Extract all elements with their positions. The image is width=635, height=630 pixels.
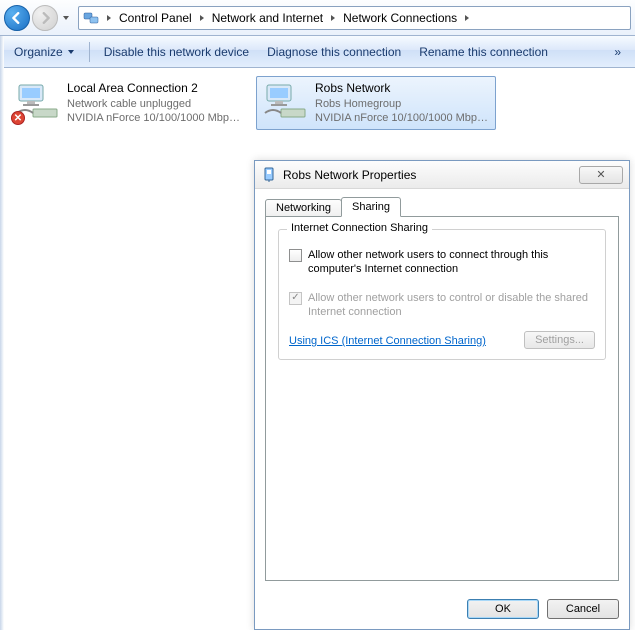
dialog-titlebar[interactable]: Robs Network Properties ✕: [255, 161, 629, 189]
back-button[interactable]: [4, 5, 30, 31]
network-icon: [261, 167, 277, 183]
organize-button[interactable]: Organize: [6, 41, 83, 63]
ics-help-link[interactable]: Using ICS (Internet Connection Sharing): [289, 335, 486, 347]
organize-label: Organize: [14, 45, 63, 59]
forward-button: [32, 5, 58, 31]
address-bar[interactable]: Control Panel Network and Internet Netwo…: [78, 6, 631, 30]
dropdown-arrow-icon: [67, 45, 75, 59]
properties-dialog: Robs Network Properties ✕ Networking Sha…: [254, 160, 630, 630]
connection-status: Robs Homegroup: [315, 97, 491, 111]
network-adapter-icon: [261, 81, 309, 123]
connection-device: NVIDIA nForce 10/100/1000 Mbps...: [315, 111, 491, 125]
allow-control-checkbox: ✓: [289, 292, 302, 305]
toolbar-overflow-button[interactable]: »: [606, 41, 629, 63]
dialog-footer: OK Cancel: [255, 589, 629, 629]
connections-list: ✕ Local Area Connection 2 Network cable …: [0, 68, 635, 138]
connection-status: Network cable unplugged: [67, 97, 243, 111]
allow-control-label: Allow other network users to control or …: [308, 291, 595, 320]
connection-name: Local Area Connection 2: [67, 81, 243, 97]
allow-connect-checkbox[interactable]: [289, 249, 302, 262]
group-title: Internet Connection Sharing: [287, 222, 432, 234]
diagnose-connection-button[interactable]: Diagnose this connection: [259, 41, 409, 63]
chevron-right-icon[interactable]: [103, 14, 115, 22]
connection-device: NVIDIA nForce 10/100/1000 Mbps...: [67, 111, 243, 125]
tab-sharing[interactable]: Sharing: [341, 197, 401, 217]
breadcrumb-network-internet[interactable]: Network and Internet: [208, 7, 327, 29]
chevron-right-icon[interactable]: [196, 14, 208, 22]
network-adapter-icon: ✕: [13, 81, 61, 123]
recent-pages-dropdown[interactable]: [60, 14, 72, 22]
ok-button[interactable]: OK: [467, 599, 539, 619]
rename-connection-button[interactable]: Rename this connection: [411, 41, 556, 63]
separator: [89, 42, 90, 62]
tab-networking[interactable]: Networking: [265, 199, 342, 217]
breadcrumb-network-connections[interactable]: Network Connections: [339, 7, 461, 29]
dialog-title: Robs Network Properties: [283, 168, 579, 182]
tab-strip: Networking Sharing: [265, 197, 619, 217]
error-badge-icon: ✕: [11, 111, 25, 125]
connection-item[interactable]: Robs Network Robs Homegroup NVIDIA nForc…: [256, 76, 496, 130]
check-icon: ✓: [291, 293, 299, 303]
breadcrumb-control-panel[interactable]: Control Panel: [115, 7, 196, 29]
network-connections-icon: [81, 8, 101, 28]
close-button[interactable]: ✕: [579, 166, 623, 184]
settings-button: Settings...: [524, 331, 595, 349]
chevron-right-icon[interactable]: [461, 14, 473, 22]
ics-group: Internet Connection Sharing Allow other …: [278, 229, 606, 360]
cancel-button[interactable]: Cancel: [547, 599, 619, 619]
disable-device-button[interactable]: Disable this network device: [96, 41, 257, 63]
allow-connect-label: Allow other network users to connect thr…: [308, 248, 595, 277]
chevron-right-icon[interactable]: [327, 14, 339, 22]
tab-page-sharing: Internet Connection Sharing Allow other …: [265, 216, 619, 581]
connection-item[interactable]: ✕ Local Area Connection 2 Network cable …: [8, 76, 248, 130]
command-toolbar: Organize Disable this network device Dia…: [0, 36, 635, 68]
connection-name: Robs Network: [315, 81, 491, 97]
navigation-bar: Control Panel Network and Internet Netwo…: [0, 0, 635, 36]
